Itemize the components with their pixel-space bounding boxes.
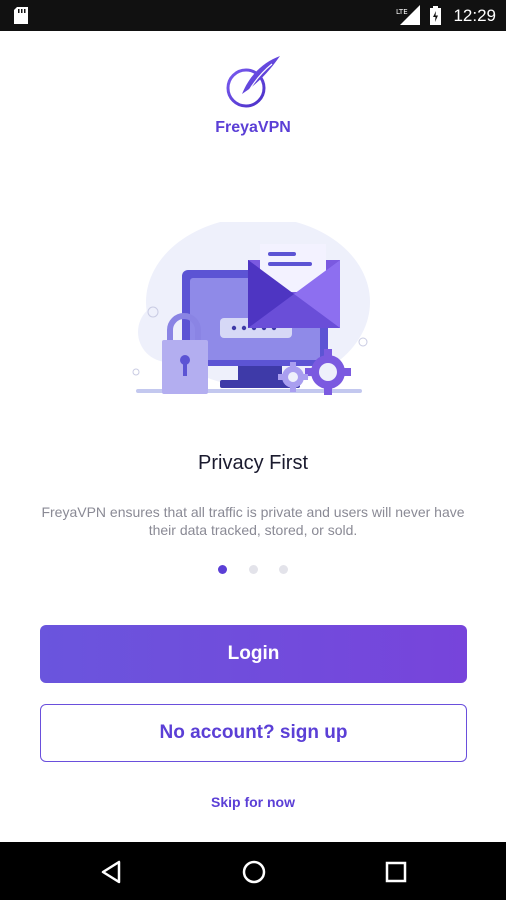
login-button[interactable]: Login — [40, 625, 467, 683]
status-bar: LTE 12:29 — [0, 0, 506, 31]
brand-name: FreyaVPN — [215, 119, 291, 136]
lte-signal-icon: LTE — [396, 5, 420, 25]
battery-icon — [430, 6, 441, 25]
page-indicator — [213, 565, 293, 577]
skip-link[interactable]: Skip for now — [0, 794, 506, 810]
signup-button[interactable]: No account? sign up — [40, 704, 467, 762]
status-time: 12:29 — [453, 6, 496, 25]
feather-logo-icon — [226, 56, 280, 108]
home-icon[interactable] — [239, 857, 269, 887]
privacy-illustration — [132, 222, 370, 395]
page-dot-3[interactable] — [279, 565, 288, 574]
back-icon[interactable] — [97, 857, 127, 887]
onboarding-title: Privacy First — [198, 452, 308, 474]
sd-card-icon — [14, 7, 28, 24]
page-dot-2[interactable] — [249, 565, 258, 574]
onboarding-description: FreyaVPN ensures that all traffic is pri… — [41, 504, 465, 538]
svg-text:LTE: LTE — [396, 8, 408, 16]
page-dot-1[interactable] — [218, 565, 227, 574]
recents-icon[interactable] — [381, 857, 411, 887]
navigation-bar — [0, 842, 506, 900]
